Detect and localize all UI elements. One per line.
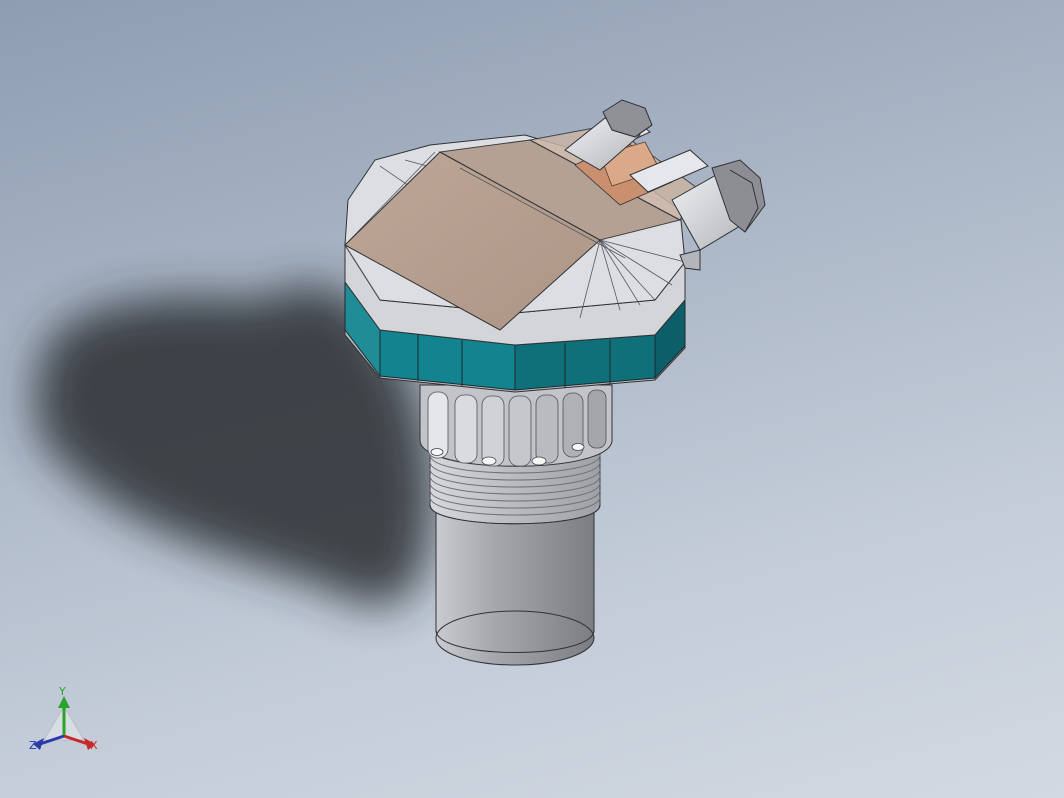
cable-gland-front[interactable] <box>671 159 766 271</box>
model-viewport[interactable]: Y Z X <box>0 0 1064 798</box>
knurled-nut[interactable] <box>419 384 613 467</box>
coordinate-triad[interactable]: Y Z X <box>24 682 114 762</box>
triad-z-label: Z <box>29 739 37 752</box>
triad-x-label: X <box>90 739 98 752</box>
sensor-body[interactable] <box>435 509 595 666</box>
triad-y-label: Y <box>59 685 66 698</box>
triad-axes-icon <box>33 696 95 750</box>
model-scene[interactable] <box>0 0 1064 798</box>
